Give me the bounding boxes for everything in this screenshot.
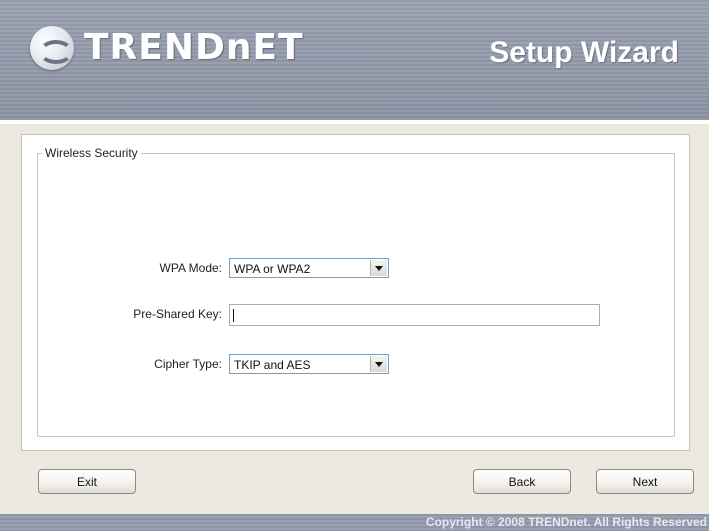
wizard-title: Setup Wizard — [489, 36, 679, 69]
wireless-security-group — [37, 153, 675, 437]
group-legend: Wireless Security — [42, 146, 141, 160]
back-button[interactable]: Back — [473, 469, 571, 494]
wpa-mode-value: WPA or WPA2 — [234, 262, 311, 276]
trendnet-logo: TRENDnET — [30, 26, 303, 70]
wpa-mode-label: WPA Mode: — [159, 261, 222, 275]
footer-bar: Copyright © 2008 TRENDnet. All Rights Re… — [0, 514, 709, 531]
brand-name: TRENDnET — [84, 27, 304, 68]
chevron-down-icon[interactable] — [370, 260, 387, 276]
copyright-text: Copyright © 2008 TRENDnet. All Rights Re… — [425, 515, 707, 529]
cipher-type-select[interactable]: TKIP and AES — [229, 354, 389, 374]
chevron-down-icon[interactable] — [370, 356, 387, 372]
psk-label: Pre-Shared Key: — [133, 307, 222, 321]
content-area: Wireless Security WPA Mode: WPA or WPA2 … — [21, 134, 690, 451]
pre-shared-key-input[interactable] — [229, 304, 600, 326]
logo-icon — [30, 26, 74, 70]
main-panel: Wireless Security WPA Mode: WPA or WPA2 … — [0, 124, 709, 514]
cipher-type-label: Cipher Type: — [154, 357, 222, 371]
next-button[interactable]: Next — [596, 469, 694, 494]
text-caret — [233, 309, 234, 322]
cipher-type-value: TKIP and AES — [234, 358, 311, 372]
exit-button[interactable]: Exit — [38, 469, 136, 494]
header-banner: TRENDnET Setup Wizard — [0, 0, 709, 120]
wpa-mode-select[interactable]: WPA or WPA2 — [229, 258, 389, 278]
